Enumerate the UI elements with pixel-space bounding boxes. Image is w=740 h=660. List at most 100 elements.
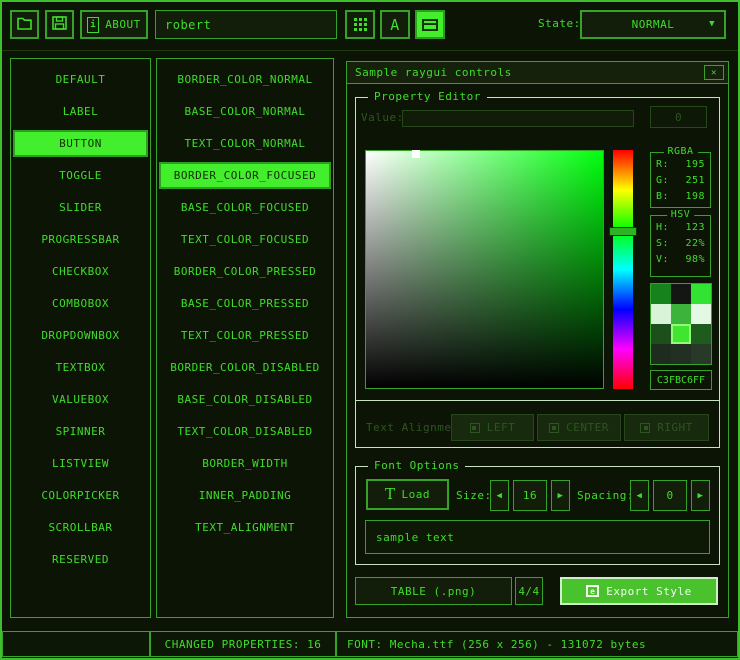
- font-spacing-decrease-button[interactable]: ◀: [630, 480, 649, 511]
- chevron-right-icon: ▶: [698, 491, 704, 501]
- state-dropdown-value: NORMAL: [632, 18, 675, 31]
- font-size-increase-button[interactable]: ▶: [551, 480, 570, 511]
- properties-list-item[interactable]: BASE_COLOR_PRESSED: [159, 290, 331, 317]
- align-right-toggle[interactable]: RIGHT: [624, 414, 709, 441]
- window-titlebar[interactable]: Sample raygui controls ✕: [347, 62, 728, 84]
- properties-list-item[interactable]: INNER_PADDING: [159, 482, 331, 509]
- align-right-icon: [640, 423, 650, 433]
- color-swatch[interactable]: [671, 324, 691, 344]
- color-swatch[interactable]: [691, 284, 711, 304]
- controls-list-item[interactable]: CHECKBOX: [13, 258, 148, 285]
- properties-list-item[interactable]: BORDER_COLOR_DISABLED: [159, 354, 331, 381]
- floppy-disk-icon: [52, 16, 67, 33]
- font-view-button[interactable]: A: [380, 10, 410, 39]
- value-slider[interactable]: [402, 110, 634, 127]
- font-load-button[interactable]: T Load: [366, 479, 449, 510]
- chevron-left-icon: ◀: [497, 491, 503, 501]
- status-empty-box: [2, 631, 150, 657]
- controls-list-item[interactable]: COLORPICKER: [13, 482, 148, 509]
- controls-list-item[interactable]: SCROLLBAR: [13, 514, 148, 541]
- color-picker-cursor[interactable]: [412, 150, 420, 158]
- properties-list-item[interactable]: BORDER_COLOR_FOCUSED: [159, 162, 331, 189]
- state-dropdown[interactable]: NORMAL ▼: [580, 10, 726, 39]
- align-left-icon: [470, 423, 480, 433]
- window-title: Sample raygui controls: [355, 66, 512, 79]
- controls-list-item[interactable]: DEFAULT: [13, 66, 148, 93]
- properties-list-item[interactable]: TEXT_COLOR_FOCUSED: [159, 226, 331, 253]
- controls-list-item[interactable]: TEXTBOX: [13, 354, 148, 381]
- font-options-group-label: Font Options: [368, 459, 465, 472]
- properties-list-item[interactable]: BASE_COLOR_FOCUSED: [159, 194, 331, 221]
- rgba-row-g: G:251: [651, 173, 710, 189]
- open-file-button[interactable]: [10, 10, 39, 39]
- font-spacing-value-box[interactable]: 0: [653, 480, 687, 511]
- properties-list-item[interactable]: TEXT_COLOR_DISABLED: [159, 418, 331, 445]
- properties-list-item[interactable]: BASE_COLOR_NORMAL: [159, 98, 331, 125]
- properties-list: BORDER_COLOR_NORMAL BASE_COLOR_NORMAL TEXT…: [156, 58, 334, 618]
- style-table-view-button[interactable]: [345, 10, 375, 39]
- controls-list-item[interactable]: PROGRESSBAR: [13, 226, 148, 253]
- font-size-value-box[interactable]: 16: [513, 480, 547, 511]
- status-changed-properties: CHANGED PROPERTIES: 16: [150, 631, 336, 657]
- controls-list-item[interactable]: COMBOBOX: [13, 290, 148, 317]
- controls-list-item[interactable]: LISTVIEW: [13, 450, 148, 477]
- color-swatch[interactable]: [671, 284, 691, 304]
- hex-color-value: C3FBC6FF: [657, 375, 705, 386]
- value-box[interactable]: 0: [650, 106, 707, 128]
- hsv-row-v: V:98%: [651, 252, 710, 268]
- color-picker-area[interactable]: [365, 150, 604, 389]
- hex-color-box[interactable]: C3FBC6FF: [650, 370, 712, 390]
- about-button-label: ABOUT: [105, 18, 141, 31]
- controls-list-item[interactable]: VALUEBOX: [13, 386, 148, 413]
- controls-list-item[interactable]: DROPDOWNBOX: [13, 322, 148, 349]
- controls-list-item[interactable]: BUTTON: [13, 130, 148, 157]
- font-load-label: Load: [402, 488, 431, 501]
- export-style-button[interactable]: e Export Style: [560, 577, 718, 605]
- info-icon: i: [87, 17, 99, 33]
- properties-list-item[interactable]: BORDER_COLOR_PRESSED: [159, 258, 331, 285]
- value-box-text: 0: [675, 111, 682, 124]
- properties-list-item[interactable]: BASE_COLOR_DISABLED: [159, 386, 331, 413]
- controls-list-item[interactable]: SPINNER: [13, 418, 148, 445]
- toolbar-divider: [0, 50, 740, 51]
- sample-text-input[interactable]: sample text: [365, 520, 710, 554]
- properties-list-item[interactable]: TEXT_COLOR_PRESSED: [159, 322, 331, 349]
- hue-slider-handle[interactable]: [609, 227, 637, 236]
- hsv-row-h: H:123: [651, 220, 710, 236]
- close-icon[interactable]: ✕: [704, 65, 724, 80]
- properties-list-item[interactable]: TEXT_COLOR_NORMAL: [159, 130, 331, 157]
- hsv-row-s: S:22%: [651, 236, 710, 252]
- properties-list-item[interactable]: TEXT_ALIGNMENT: [159, 514, 331, 541]
- color-swatch[interactable]: [651, 344, 671, 364]
- color-swatch[interactable]: [691, 324, 711, 344]
- color-swatch[interactable]: [691, 304, 711, 324]
- save-file-button[interactable]: [45, 10, 74, 39]
- color-swatch[interactable]: [691, 344, 711, 364]
- export-format-counter: 4/4: [515, 577, 543, 605]
- properties-list-item[interactable]: BORDER_WIDTH: [159, 450, 331, 477]
- controls-list-item[interactable]: RESERVED: [13, 546, 148, 573]
- about-button[interactable]: i ABOUT: [80, 10, 148, 39]
- align-center-toggle[interactable]: CENTER: [537, 414, 621, 441]
- controls-list-item[interactable]: SLIDER: [13, 194, 148, 221]
- color-swatch[interactable]: [651, 324, 671, 344]
- chevron-down-icon: ▼: [709, 19, 715, 29]
- color-swatch[interactable]: [651, 304, 671, 324]
- color-swatch[interactable]: [671, 344, 691, 364]
- properties-list-item[interactable]: BORDER_COLOR_NORMAL: [159, 66, 331, 93]
- font-spacing-increase-button[interactable]: ▶: [691, 480, 710, 511]
- rgba-row-r: R:195: [651, 157, 710, 173]
- controls-list-item[interactable]: TOGGLE: [13, 162, 148, 189]
- status-font-info: FONT: Mecha.ttf (256 x 256) - 131072 byt…: [336, 631, 738, 657]
- font-size-decrease-button[interactable]: ◀: [490, 480, 509, 511]
- controls-window-view-button[interactable]: [415, 10, 445, 39]
- color-swatch[interactable]: [671, 304, 691, 324]
- color-swatch[interactable]: [651, 284, 671, 304]
- export-format-button[interactable]: TABLE (.png): [355, 577, 512, 605]
- controls-list-item[interactable]: LABEL: [13, 98, 148, 125]
- rgba-row-b: B:198: [651, 189, 710, 205]
- align-left-toggle[interactable]: LEFT: [451, 414, 534, 441]
- hue-slider[interactable]: [613, 150, 633, 389]
- property-editor-divider: [355, 400, 720, 401]
- style-name-input[interactable]: [155, 10, 337, 39]
